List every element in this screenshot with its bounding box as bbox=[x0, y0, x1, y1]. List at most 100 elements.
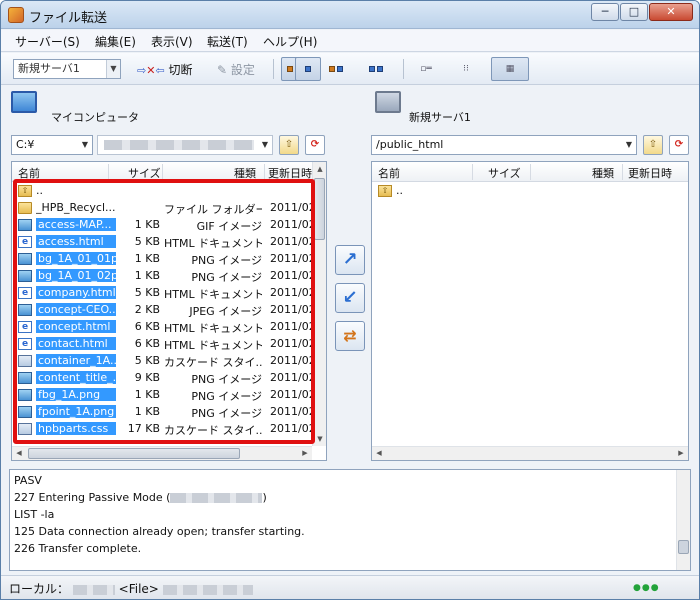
sync-arrows-icon: ⇄ bbox=[343, 326, 357, 345]
scroll-left-arrow-icon[interactable]: ◀ bbox=[372, 447, 386, 460]
menu-view[interactable]: 表示(V) bbox=[151, 33, 193, 50]
scroll-up-arrow-icon[interactable]: ▲ bbox=[314, 162, 326, 176]
local-vertical-scrollbar[interactable]: ▲ ▼ bbox=[312, 162, 326, 446]
disconnect-button[interactable]: ⇨✕⇦ 切断 bbox=[137, 61, 193, 78]
file-name: company.html bbox=[36, 286, 116, 299]
status-file-label: <File> bbox=[118, 582, 159, 596]
up-folder-icon: ⇧ bbox=[378, 185, 392, 197]
view-mode-button-1b[interactable] bbox=[295, 57, 321, 81]
scroll-thumb[interactable] bbox=[28, 448, 240, 459]
file-type: PNG イメージ bbox=[191, 254, 262, 267]
drive-select[interactable]: C:¥ ▼ bbox=[11, 135, 93, 155]
list-item[interactable]: access-MAP... 1 KB GIF イメージ 2011/02 bbox=[14, 217, 314, 234]
menu-server[interactable]: サーバー(S) bbox=[15, 33, 80, 50]
close-button[interactable]: ✕ bbox=[649, 3, 693, 21]
chevron-down-icon: ▼ bbox=[81, 140, 89, 149]
folder-up-icon: ⇧ bbox=[284, 139, 294, 150]
column-type[interactable]: 種類 bbox=[592, 165, 614, 181]
column-type[interactable]: 種類 bbox=[234, 165, 256, 181]
local-horizontal-scrollbar[interactable]: ◀ ▶ bbox=[12, 446, 312, 460]
maximize-button[interactable]: □ bbox=[620, 3, 648, 21]
list-item[interactable]: fpoint_1A.png 1 KB PNG イメージ 2011/02 bbox=[14, 404, 314, 421]
grid-view-icon[interactable]: ▦ bbox=[491, 57, 529, 81]
file-transfer-window: ファイル転送 ─ □ ✕ サーバー(S) 編集(E) 表示(V) 転送(T) ヘ… bbox=[0, 0, 700, 600]
scroll-down-arrow-icon[interactable]: ▼ bbox=[314, 432, 326, 446]
file-size: 1 KB bbox=[134, 218, 160, 231]
server-select[interactable]: 新規サーバ1 ▼ bbox=[13, 59, 121, 79]
list-view-icon[interactable]: ▫═ bbox=[413, 57, 439, 81]
column-name[interactable]: 名前 bbox=[378, 165, 400, 181]
folder-icon bbox=[18, 202, 32, 214]
download-button[interactable]: ↙ bbox=[335, 283, 365, 313]
list-item[interactable]: concept-CEO... 2 KB JPEG イメージ 2011/02 bbox=[14, 302, 314, 319]
remote-column-header: 名前 サイズ 種類 更新日時 bbox=[372, 162, 688, 182]
sync-button[interactable]: ⇄ bbox=[335, 321, 365, 351]
title-bar: ファイル転送 ─ □ ✕ bbox=[1, 1, 699, 29]
file-size: 6 KB bbox=[134, 320, 160, 333]
file-name: access.html bbox=[36, 235, 116, 248]
file-name: contact.html bbox=[36, 337, 116, 350]
scroll-left-arrow-icon[interactable]: ◀ bbox=[12, 447, 26, 460]
column-modified[interactable]: 更新日時 bbox=[628, 165, 672, 181]
list-item[interactable]: bg_1A_01_02p... 1 KB PNG イメージ 2011/02 bbox=[14, 268, 314, 285]
scroll-right-arrow-icon[interactable]: ▶ bbox=[298, 447, 312, 460]
remote-refresh-button[interactable]: ⟳ bbox=[669, 135, 689, 155]
scroll-thumb[interactable] bbox=[678, 540, 689, 554]
settings-button[interactable]: ✎ 設定 bbox=[217, 61, 255, 78]
file-type: カスケード スタイ... bbox=[164, 424, 262, 437]
minimize-button[interactable]: ─ bbox=[591, 3, 619, 21]
square-icon bbox=[305, 65, 311, 72]
image-file-icon bbox=[18, 406, 32, 418]
column-size[interactable]: サイズ bbox=[128, 165, 161, 181]
menu-edit[interactable]: 編集(E) bbox=[95, 33, 136, 50]
column-modified[interactable]: 更新日時 bbox=[268, 165, 312, 181]
file-name: hpbparts.css bbox=[36, 422, 116, 435]
list-item[interactable]: ⇧ .. bbox=[374, 183, 674, 200]
log-panel[interactable]: PASV 227 Entering Passive Mode () LIST -… bbox=[9, 469, 691, 571]
scroll-thumb[interactable] bbox=[314, 178, 325, 240]
file-name: fpoint_1A.png bbox=[36, 405, 116, 418]
list-item[interactable]: container_1A... 5 KB カスケード スタイ... 2011/02 bbox=[14, 353, 314, 370]
list-item[interactable]: e contact.html 6 KB HTML ドキュメント 2011/02 bbox=[14, 336, 314, 353]
column-divider bbox=[264, 164, 265, 180]
menu-help[interactable]: ヘルプ(H) bbox=[263, 33, 317, 50]
list-item[interactable]: _HPB_Recycl... ファイル フォルダー 2011/02 bbox=[14, 200, 314, 217]
remote-file-list[interactable]: 名前 サイズ 種類 更新日時 ⇧ .. ◀ ▶ bbox=[371, 161, 689, 461]
file-type: カスケード スタイ... bbox=[164, 356, 262, 369]
remote-path-field[interactable]: /public_html ▼ bbox=[371, 135, 637, 155]
list-item[interactable]: content_title_... 9 KB PNG イメージ 2011/02 bbox=[14, 370, 314, 387]
log-vertical-scrollbar[interactable] bbox=[676, 470, 690, 570]
upload-button[interactable]: ↗ bbox=[335, 245, 365, 275]
list-item[interactable]: bg_1A_01_01p... 1 KB PNG イメージ 2011/02 bbox=[14, 251, 314, 268]
list-item[interactable]: ⇧.. bbox=[14, 183, 314, 200]
list-item[interactable]: e concept.html 6 KB HTML ドキュメント 2011/02 bbox=[14, 319, 314, 336]
image-file-icon bbox=[18, 389, 32, 401]
view-mode-button-3[interactable] bbox=[363, 57, 389, 81]
scroll-right-arrow-icon[interactable]: ▶ bbox=[674, 447, 688, 460]
remote-pane-title: 新規サーバ1 bbox=[409, 111, 471, 124]
refresh-button[interactable]: ⟳ bbox=[305, 135, 325, 155]
remote-horizontal-scrollbar[interactable]: ◀ ▶ bbox=[372, 446, 688, 460]
menu-transfer[interactable]: 転送(T) bbox=[207, 33, 248, 50]
details-view-icon[interactable]: ⁝⁝ bbox=[453, 57, 479, 81]
file-type: PNG イメージ bbox=[191, 390, 262, 403]
file-size: 17 KB bbox=[127, 422, 160, 435]
local-path-field[interactable]: ▼ bbox=[97, 135, 273, 155]
list-item[interactable]: hpbparts.css 17 KB カスケード スタイ... 2011/02 bbox=[14, 421, 314, 438]
image-file-icon bbox=[18, 372, 32, 384]
list-item[interactable]: fbg_1A.png 1 KB PNG イメージ 2011/02 bbox=[14, 387, 314, 404]
up-folder-icon: ⇧ bbox=[18, 185, 32, 197]
column-divider bbox=[472, 164, 473, 180]
view-mode-button-2[interactable] bbox=[323, 57, 349, 81]
folder-up-button[interactable]: ⇧ bbox=[279, 135, 299, 155]
file-name: .. bbox=[396, 184, 403, 197]
remote-folder-up-button[interactable]: ⇧ bbox=[643, 135, 663, 155]
square-icon bbox=[329, 65, 335, 72]
list-item[interactable]: e company.html 5 KB HTML ドキュメント 2011/02 bbox=[14, 285, 314, 302]
image-file-icon bbox=[18, 253, 32, 265]
list-item[interactable]: e access.html 5 KB HTML ドキュメント 2011/02 bbox=[14, 234, 314, 251]
column-name[interactable]: 名前 bbox=[18, 165, 40, 181]
column-size[interactable]: サイズ bbox=[488, 165, 521, 181]
local-file-list[interactable]: 名前 サイズ 種類 更新日時 ⇧.. _HPB_Recycl... ファイル フォル… bbox=[11, 161, 327, 461]
column-divider bbox=[530, 164, 531, 180]
